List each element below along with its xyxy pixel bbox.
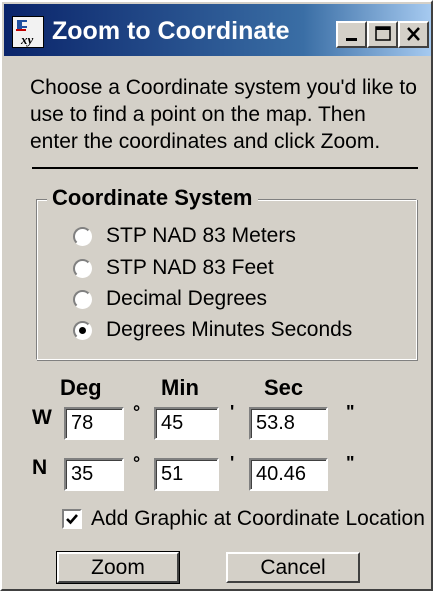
radio-label: Degrees Minutes Seconds (106, 318, 353, 341)
longitude-seconds-input[interactable] (249, 407, 328, 440)
radio-button-selected[interactable] (73, 320, 92, 340)
radio-label: Decimal Degrees (106, 287, 268, 310)
second-symbol: " (346, 402, 355, 422)
instructions-line: use to find a point on the map. Then (30, 103, 366, 126)
add-graphic-checkbox[interactable] (62, 509, 82, 529)
instructions-line: Choose a Coordinate system you'd like to (30, 76, 417, 99)
radio-button[interactable] (73, 289, 92, 309)
window-title: Zoom to Coordinate (52, 17, 290, 45)
coordinate-system-label: Coordinate System (47, 185, 258, 211)
zoom-to-coordinate-dialog: xy Zoom to Coordinate Choose a Coordinat… (0, 0, 433, 591)
divider (32, 167, 418, 169)
add-graphic-label: Add Graphic at Coordinate Location (91, 507, 425, 530)
coordinate-system-group: Coordinate System STP NAD 83 Meters STP … (36, 185, 417, 360)
degree-symbol: ° (133, 453, 141, 473)
radio-button[interactable] (73, 226, 92, 246)
close-button[interactable] (398, 21, 429, 48)
min-column-header: Min (161, 375, 199, 400)
deg-column-header: Deg (60, 375, 102, 400)
longitude-minutes-input[interactable] (154, 407, 219, 440)
second-symbol: " (346, 453, 355, 473)
minute-symbol: ' (230, 453, 235, 473)
xy-coordinate-icon: xy (12, 16, 44, 48)
radio-stp-feet[interactable]: STP NAD 83 Feet (73, 253, 274, 283)
latitude-seconds-input[interactable] (249, 458, 328, 491)
minimize-icon (345, 38, 357, 41)
instructions-text: Choose a Coordinate system you'd like to… (30, 74, 425, 155)
radio-button[interactable] (73, 258, 92, 278)
maximize-button[interactable] (367, 21, 398, 48)
radio-stp-meters[interactable]: STP NAD 83 Meters (73, 221, 296, 251)
zoom-button[interactable]: Zoom (56, 551, 180, 584)
radio-degrees-minutes-seconds[interactable]: Degrees Minutes Seconds (73, 315, 352, 345)
radio-decimal-degrees[interactable]: Decimal Degrees (73, 284, 267, 314)
latitude-degrees-input[interactable] (64, 458, 124, 491)
sec-column-header: Sec (264, 375, 304, 400)
checkmark-icon (66, 514, 78, 525)
title-bar[interactable]: xy Zoom to Coordinate (4, 4, 431, 56)
minimize-button[interactable] (336, 21, 367, 48)
longitude-direction: W (32, 406, 52, 429)
degree-symbol: ° (133, 402, 141, 422)
svg-text:xy: xy (20, 32, 34, 47)
minute-symbol: ' (230, 402, 235, 422)
latitude-minutes-input[interactable] (154, 458, 219, 491)
cancel-button[interactable]: Cancel (226, 552, 360, 583)
latitude-direction: N (32, 456, 48, 479)
add-graphic-option[interactable]: Add Graphic at Coordinate Location (62, 505, 425, 533)
radio-label: STP NAD 83 Meters (106, 224, 296, 247)
longitude-degrees-input[interactable] (64, 407, 124, 440)
instructions-line: enter the coordinates and click Zoom. (30, 130, 381, 153)
radio-label: STP NAD 83 Feet (106, 256, 274, 279)
maximize-icon (374, 26, 391, 41)
close-icon (406, 27, 420, 41)
